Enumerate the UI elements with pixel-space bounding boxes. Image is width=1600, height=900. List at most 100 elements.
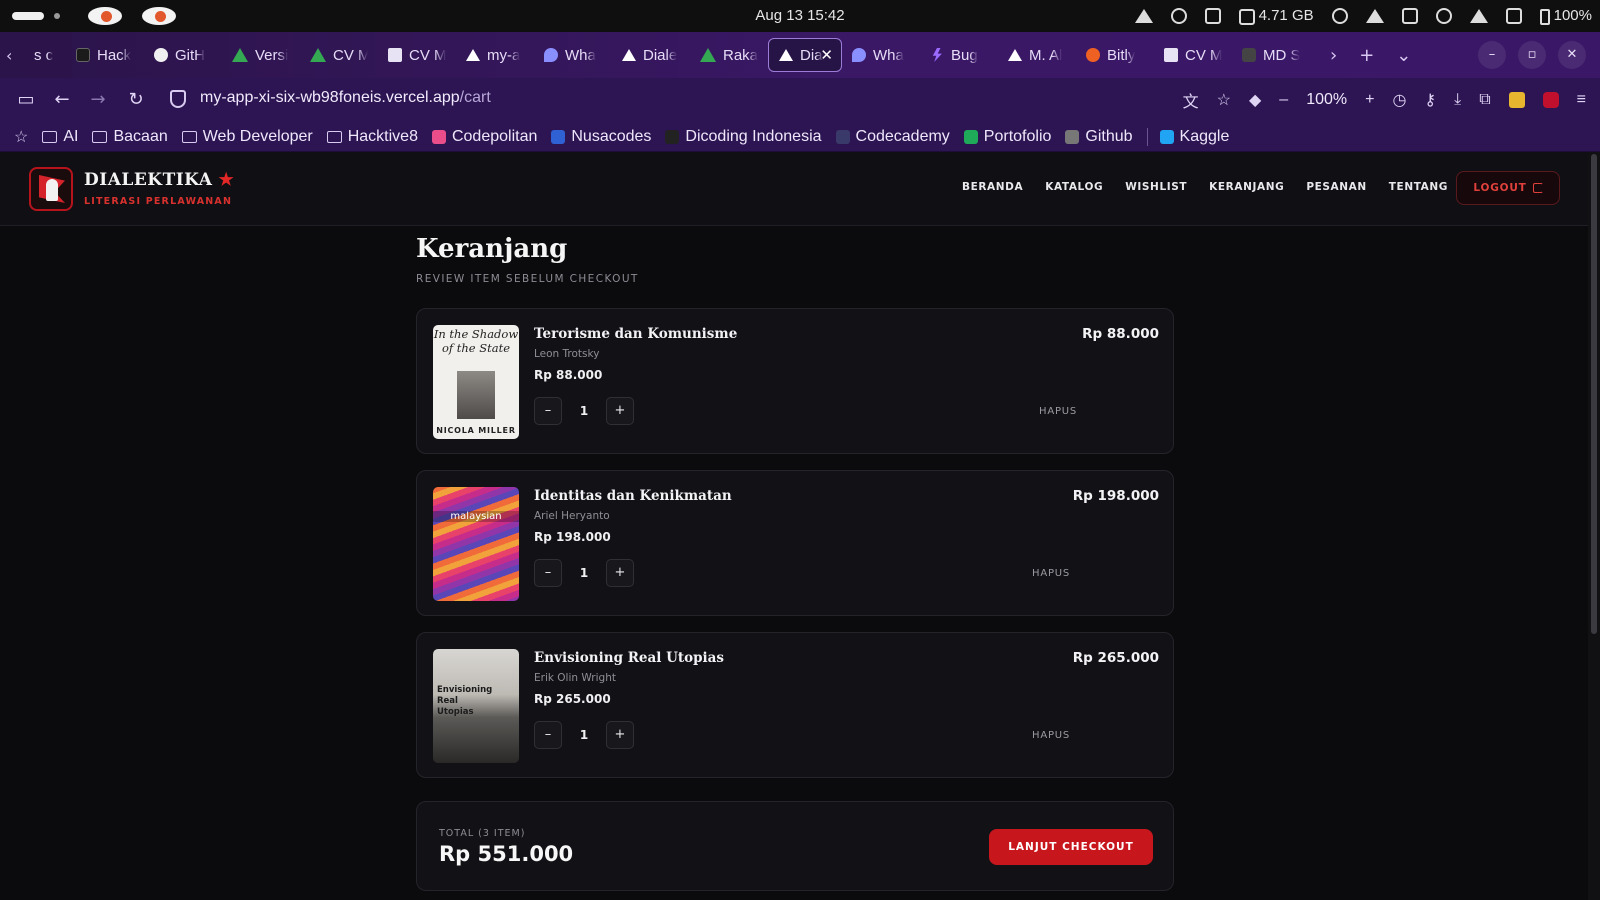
site-shield-icon[interactable] bbox=[170, 90, 186, 108]
tab-item[interactable]: CV M bbox=[1154, 38, 1232, 72]
decrease-quantity-button[interactable]: – bbox=[534, 721, 562, 749]
book-cover[interactable]: malaysian bbox=[433, 487, 519, 601]
tab-item[interactable]: Wha bbox=[842, 38, 920, 72]
back-arrow-icon[interactable]: ← bbox=[50, 88, 74, 112]
tab-item[interactable]: Raka bbox=[690, 38, 768, 72]
chevron-right-icon[interactable]: › bbox=[1330, 45, 1337, 66]
tab-item[interactable]: s c bbox=[24, 38, 66, 72]
star-icon: ★ bbox=[218, 170, 235, 190]
zoom-in-icon[interactable]: + bbox=[1365, 91, 1374, 109]
page-subtitle: REVIEW ITEM SEBELUM CHECKOUT bbox=[416, 273, 639, 285]
book-cover[interactable]: In the Shadow of the State NICOLA MILLER bbox=[433, 325, 519, 439]
tab-item[interactable]: GitH bbox=[144, 38, 222, 72]
nav-keranjang[interactable]: KERANJANG bbox=[1209, 181, 1284, 193]
extension-icon[interactable]: ◆ bbox=[1249, 90, 1261, 110]
notification-bell-icon[interactable] bbox=[1331, 8, 1348, 24]
zoom-out-icon[interactable]: – bbox=[1279, 91, 1288, 109]
bookmark-item[interactable]: Dicoding Indonesia bbox=[665, 128, 822, 146]
tab-item[interactable]: MD S bbox=[1232, 38, 1310, 72]
battery-icon bbox=[1539, 8, 1550, 25]
increase-quantity-button[interactable]: + bbox=[606, 721, 634, 749]
minimize-icon[interactable]: – bbox=[1478, 41, 1506, 69]
item-title[interactable]: Identitas dan Kenikmatan bbox=[534, 488, 732, 504]
item-title[interactable]: Terorisme dan Komunisme bbox=[534, 326, 737, 342]
bookmark-item[interactable]: Web Developer bbox=[181, 127, 313, 146]
sidebar-toggle-icon[interactable]: ▭ bbox=[14, 88, 38, 112]
bookmark-item[interactable]: Hacktive8 bbox=[326, 128, 418, 146]
bookmark-item[interactable]: Portofolio bbox=[963, 128, 1051, 146]
item-title[interactable]: Envisioning Real Utopias bbox=[534, 650, 724, 666]
bookmark-star-icon[interactable]: ☆ bbox=[1217, 90, 1231, 110]
tab-item[interactable]: CV M bbox=[300, 38, 378, 72]
tab-item[interactable]: Bug bbox=[920, 38, 998, 72]
download-icon[interactable]: ⤓ bbox=[1454, 91, 1461, 109]
bookmark-item[interactable]: Kaggle bbox=[1159, 128, 1229, 146]
ublock-icon[interactable] bbox=[1542, 92, 1559, 108]
nav-beranda[interactable]: BERANDA bbox=[962, 181, 1023, 193]
menu-hamburger-icon[interactable]: ≡ bbox=[1577, 91, 1586, 109]
tab-item[interactable]: Diale bbox=[612, 38, 690, 72]
bookmark-label: Web Developer bbox=[202, 127, 313, 145]
decrease-quantity-button[interactable]: – bbox=[534, 397, 562, 425]
reload-icon[interactable]: ↻ bbox=[124, 88, 148, 112]
wifi-icon[interactable] bbox=[1469, 9, 1488, 23]
extension-yellow-icon[interactable] bbox=[1508, 92, 1525, 108]
shield-tray-icon[interactable] bbox=[1204, 8, 1221, 24]
bluetooth-icon[interactable] bbox=[1170, 8, 1187, 24]
checkout-button[interactable]: LANJUT CHECKOUT bbox=[989, 829, 1153, 865]
url-bar[interactable]: my-app-xi-six-wb98foneis.vercel.app/cart bbox=[200, 89, 491, 107]
restore-icon[interactable]: ▫ bbox=[1518, 41, 1546, 69]
scrollbar-thumb[interactable] bbox=[1591, 154, 1597, 634]
bookmark-item[interactable]: Codepolitan bbox=[431, 128, 537, 146]
clipboard-icon[interactable] bbox=[1401, 8, 1418, 24]
decrease-quantity-button[interactable]: – bbox=[534, 559, 562, 587]
key-icon[interactable]: ⚷ bbox=[1424, 90, 1436, 110]
nav-tentang[interactable]: TENTANG bbox=[1389, 181, 1448, 193]
bookmark-item[interactable]: Codecademy bbox=[835, 128, 950, 146]
nav-wishlist[interactable]: WISHLIST bbox=[1125, 181, 1187, 193]
volume-muted-icon[interactable] bbox=[1505, 8, 1522, 24]
tab-item[interactable]: my-a bbox=[456, 38, 534, 72]
tab-item[interactable]: Wha bbox=[534, 38, 612, 72]
zoom-level[interactable]: 100% bbox=[1306, 91, 1347, 109]
nav-pesanan[interactable]: PESANAN bbox=[1306, 181, 1366, 193]
total-amount: Rp 551.000 bbox=[439, 842, 574, 866]
bookmark-item[interactable]: Nusacodes bbox=[551, 128, 651, 146]
new-tab-plus-icon[interactable]: + bbox=[1359, 45, 1374, 66]
page-scrollbar[interactable] bbox=[1588, 152, 1600, 900]
pin-icon[interactable] bbox=[1365, 9, 1384, 23]
bookmark-item[interactable]: Bacaan bbox=[92, 128, 168, 146]
increase-quantity-button[interactable]: + bbox=[606, 397, 634, 425]
close-window-icon[interactable]: ✕ bbox=[1558, 41, 1586, 69]
nav-katalog[interactable]: KATALOG bbox=[1045, 181, 1103, 193]
item-author: Leon Trotsky bbox=[534, 348, 600, 360]
bookmark-item[interactable]: Github bbox=[1065, 128, 1133, 146]
site-logo[interactable] bbox=[29, 167, 73, 211]
close-tab-icon[interactable]: ✕ bbox=[820, 46, 833, 64]
accessibility-icon[interactable] bbox=[1435, 8, 1452, 24]
tab-item[interactable]: Versi bbox=[222, 38, 300, 72]
logout-button[interactable]: LOGOUT bbox=[1456, 171, 1560, 205]
extensions-puzzle-icon[interactable]: ⧉ bbox=[1479, 91, 1490, 109]
chevron-left-icon[interactable]: ‹ bbox=[6, 46, 26, 66]
forward-arrow-icon[interactable]: → bbox=[86, 88, 110, 112]
translate-icon[interactable]: 文 bbox=[1183, 88, 1199, 112]
battery-indicator[interactable]: 100% bbox=[1539, 7, 1592, 25]
tab-active[interactable]: Dia ✕ bbox=[768, 38, 842, 72]
tab-item[interactable]: M. Al bbox=[998, 38, 1076, 72]
remove-item-button[interactable]: HAPUS bbox=[1039, 406, 1077, 417]
memory-indicator[interactable]: 4.71 GB bbox=[1238, 7, 1314, 25]
tab-item[interactable]: Bitly bbox=[1076, 38, 1154, 72]
book-cover[interactable]: Envisioning Real Utopias bbox=[433, 649, 519, 763]
tab-list-chevron-down-icon[interactable]: ⌄ bbox=[1396, 45, 1411, 66]
tab-item[interactable]: Hack bbox=[66, 38, 144, 72]
history-clock-icon[interactable]: ◷ bbox=[1392, 90, 1406, 110]
brand-name-wrap[interactable]: DIALEKTIKA ★ bbox=[84, 170, 234, 190]
remove-item-button[interactable]: HAPUS bbox=[1032, 730, 1070, 741]
remove-item-button[interactable]: HAPUS bbox=[1032, 568, 1070, 579]
increase-quantity-button[interactable]: + bbox=[606, 559, 634, 587]
bookmarks-star-icon[interactable]: ☆ bbox=[14, 127, 28, 147]
color-picker-icon[interactable] bbox=[1134, 9, 1153, 23]
tab-item[interactable]: CV M bbox=[378, 38, 456, 72]
bookmark-item[interactable]: AI bbox=[42, 128, 78, 146]
